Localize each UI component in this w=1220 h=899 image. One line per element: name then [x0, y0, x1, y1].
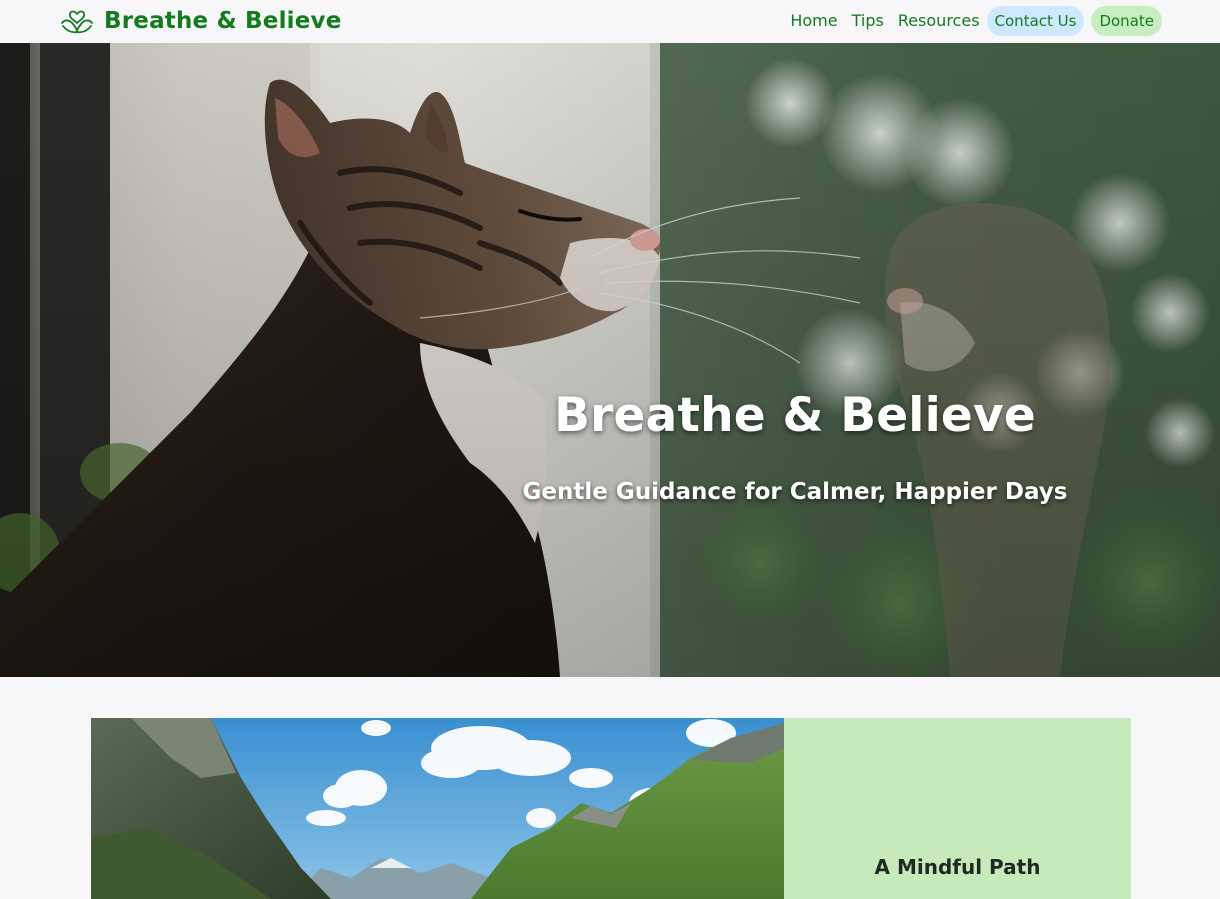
site-header: Breathe & Believe Home Tips Resources Co…: [0, 0, 1220, 43]
brand-name: Breathe & Believe: [104, 8, 342, 34]
nav-tips[interactable]: Tips: [845, 6, 891, 36]
hero-cat-image: [0, 43, 1220, 677]
feature-title: A Mindful Path: [874, 855, 1041, 879]
nav-home[interactable]: Home: [783, 6, 844, 36]
mountain-valley-image: [91, 718, 784, 899]
feature-panel: A Mindful Path: [784, 718, 1131, 899]
feature-section: A Mindful Path: [91, 718, 1131, 899]
main-nav: Home Tips Resources Contact Us Donate: [783, 6, 1162, 36]
hero-subtitle: Gentle Guidance for Calmer, Happier Days: [522, 479, 1068, 505]
hero-title: Breathe & Believe: [554, 388, 1036, 443]
hands-heart-icon: [61, 10, 93, 34]
contact-us-button[interactable]: Contact Us: [986, 6, 1085, 36]
donate-button[interactable]: Donate: [1091, 6, 1162, 36]
nav-resources[interactable]: Resources: [891, 6, 987, 36]
hero-banner: Breathe & Believe Gentle Guidance for Ca…: [0, 43, 1220, 677]
brand[interactable]: Breathe & Believe: [60, 7, 342, 35]
